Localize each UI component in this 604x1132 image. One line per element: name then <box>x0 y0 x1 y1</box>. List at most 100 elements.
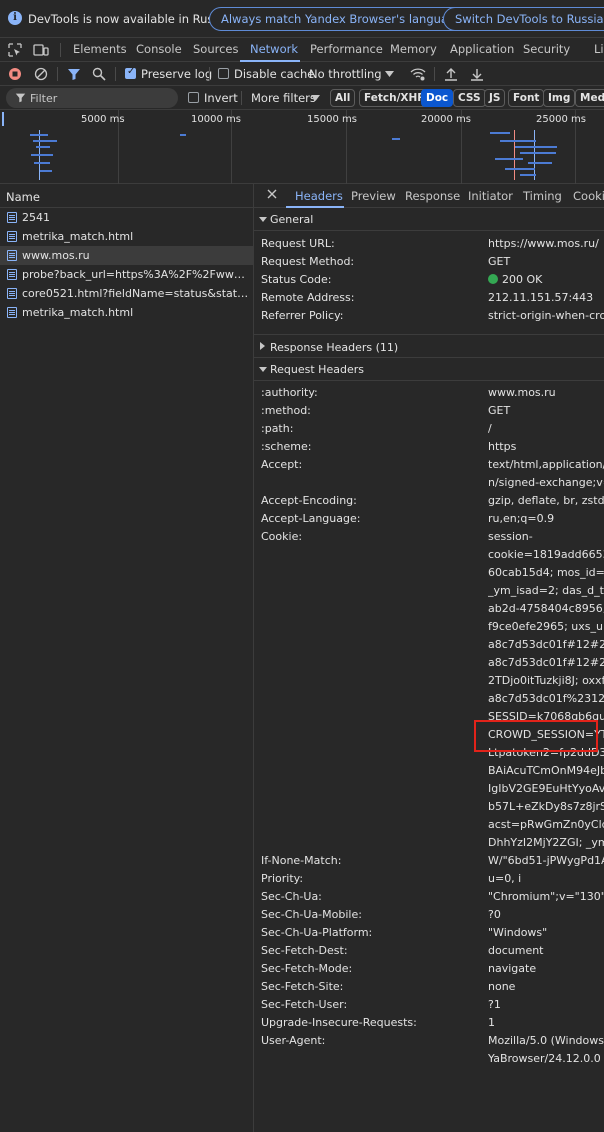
timeline-selection-start[interactable] <box>2 112 4 126</box>
tab-elements[interactable]: Elements <box>73 42 127 56</box>
preserve-log-checkbox[interactable] <box>125 66 136 79</box>
request-header-value[interactable]: W/"6bd51-jPWygPd1AES <box>488 854 604 867</box>
tab-security[interactable]: Security <box>523 42 570 56</box>
general-value[interactable]: https://www.mos.ru/ <box>488 237 604 250</box>
chip-all[interactable]: All <box>330 89 356 107</box>
chevron-down-icon[interactable] <box>385 71 394 77</box>
request-header-value[interactable]: b57L+eZkDy8s7z8jrSwof <box>488 800 604 813</box>
tab-memory[interactable]: Memory <box>390 42 437 56</box>
request-header-value[interactable]: n/signed-exchange;v=b3 <box>488 476 604 489</box>
request-header-value[interactable]: BAiAcuTCmOnM94eJbc9 <box>488 764 604 777</box>
chevron-down-icon[interactable] <box>311 95 320 101</box>
detail-tab-preview[interactable]: Preview <box>351 189 396 203</box>
request-row[interactable]: www.mos.ru <box>0 246 253 265</box>
general-value[interactable]: GET <box>488 255 604 268</box>
filter-input[interactable]: Filter <box>30 92 57 105</box>
request-row[interactable]: core0521.html?fieldName=status&status=20… <box>0 284 253 303</box>
tab-performance[interactable]: Performance <box>310 42 383 56</box>
response-headers-section-header[interactable]: Response Headers (11) <box>254 334 604 358</box>
request-header-value[interactable]: a8c7d53dc01f%2312%23 <box>488 692 604 705</box>
request-row[interactable]: metrika_match.html <box>0 303 253 322</box>
chip-doc[interactable]: Doc <box>421 89 454 107</box>
switch-devtools-russian-button[interactable]: Switch DevTools to Russian <box>443 7 604 31</box>
request-header-value[interactable]: u=0, i <box>488 872 604 885</box>
request-header-value[interactable]: document <box>488 944 604 957</box>
request-header-value[interactable]: 2TDjo0itTuzkji8J; oxxfgh= <box>488 674 604 687</box>
import-har-icon[interactable] <box>444 67 458 81</box>
request-header-value[interactable]: DhhYzI2MjY2ZGI; _ym_vi <box>488 836 604 849</box>
request-header-value[interactable]: https <box>488 440 604 453</box>
request-header-value[interactable]: ru,en;q=0.9 <box>488 512 604 525</box>
request-header-value[interactable]: a8c7d53dc01f#12#25920 <box>488 638 604 651</box>
request-header-value[interactable]: a8c7d53dc01f#12#25920 <box>488 656 604 669</box>
request-header-value[interactable]: YaBrowser/24.12.0.0 Safa <box>488 1052 604 1065</box>
name-column-header[interactable]: Name <box>6 190 40 204</box>
search-icon[interactable] <box>92 67 106 81</box>
detail-tab-timing[interactable]: Timing <box>523 189 562 203</box>
request-header-value[interactable]: navigate <box>488 962 604 975</box>
detail-tab-headers[interactable]: Headers <box>295 189 343 203</box>
chip-fetch-xhr[interactable]: Fetch/XHR <box>359 89 431 107</box>
request-header-value[interactable]: text/html,application/xht <box>488 458 604 471</box>
request-header-value[interactable]: 1 <box>488 1016 604 1029</box>
throttling-select[interactable]: No throttling <box>309 67 382 81</box>
request-header-value[interactable]: cookie=1819add6653886 <box>488 548 604 561</box>
general-section-header[interactable]: General <box>254 209 604 231</box>
request-header-value[interactable]: ab2d-4758404c8956; sbp <box>488 602 604 615</box>
always-match-language-button[interactable]: Always match Yandex Browser's language <box>209 7 475 31</box>
device-toolbar-icon[interactable] <box>33 43 49 57</box>
detail-tab-initiator[interactable]: Initiator <box>468 189 513 203</box>
request-row[interactable]: 2541 <box>0 208 253 227</box>
request-header-value[interactable]: none <box>488 980 604 993</box>
chip-font[interactable]: Font <box>508 89 545 107</box>
chip-js[interactable]: JS <box>484 89 506 107</box>
clear-icon[interactable] <box>34 67 48 81</box>
request-header-value[interactable]: gzip, deflate, br, zstd <box>488 494 604 507</box>
general-value[interactable]: strict-origin-when-cross- <box>488 309 604 322</box>
general-value[interactable]: 200 OK <box>488 273 604 286</box>
request-headers-section-header[interactable]: Request Headers <box>254 359 604 381</box>
invert-checkbox[interactable] <box>188 92 199 103</box>
request-list-header[interactable]: Name <box>0 184 253 208</box>
tab-application[interactable]: Application <box>450 42 514 56</box>
request-header-value[interactable]: "Chromium";v="130", "Ya <box>488 890 604 903</box>
tab-network[interactable]: Network <box>250 42 298 56</box>
request-header-value[interactable]: GET <box>488 404 604 417</box>
tab-sources[interactable]: Sources <box>193 42 239 56</box>
request-row[interactable]: probe?back_url=https%3A%2F%2Fwww.mos.r..… <box>0 265 253 284</box>
filter-funnel-icon[interactable] <box>67 67 81 81</box>
request-header-value[interactable]: 60cab15d4; mos_id=Cg+ <box>488 566 604 579</box>
request-header-value[interactable]: _ym_isad=2; das_d_tag2= <box>488 584 604 597</box>
inspect-element-icon[interactable] <box>8 43 22 57</box>
filter-input-box[interactable]: Filter <box>6 88 178 108</box>
request-header-value[interactable]: acst=pRwGmZn0yClqwjl <box>488 818 604 831</box>
detail-tab-response[interactable]: Response <box>405 189 460 203</box>
request-header-value[interactable]: f9ce0efe2965; uxs_uid=1 <box>488 620 604 633</box>
request-header-value[interactable]: session- <box>488 530 604 543</box>
request-header-value[interactable]: www.mos.ru <box>488 386 604 399</box>
record-stop-icon[interactable] <box>8 67 22 81</box>
request-header-value[interactable]: ?1 <box>488 998 604 1011</box>
request-row[interactable]: metrika_match.html <box>0 227 253 246</box>
request-header-value[interactable]: IgIbV2GE9EuHtYyoAv7Fa <box>488 782 604 795</box>
export-har-icon[interactable] <box>470 67 484 81</box>
chip-media[interactable]: Medi <box>575 89 604 107</box>
general-key: Referrer Policy: <box>261 309 344 322</box>
disable-cache-checkbox[interactable] <box>218 68 229 79</box>
detail-tab-cookies[interactable]: Cookie <box>573 189 604 203</box>
chip-css[interactable]: CSS <box>453 89 486 107</box>
request-header-key: :path: <box>261 422 294 435</box>
request-header-value[interactable]: "Windows" <box>488 926 604 939</box>
general-value[interactable]: 212.11.151.57:443 <box>488 291 604 304</box>
tab-lighthouse[interactable]: Lig <box>594 42 604 56</box>
network-conditions-icon[interactable] <box>410 67 426 81</box>
chip-img[interactable]: Img <box>543 89 576 107</box>
close-icon[interactable] <box>266 188 278 200</box>
request-header-value[interactable]: / <box>488 422 604 435</box>
network-overview-timeline[interactable]: 5000 ms 10000 ms 15000 ms 20000 ms 25000… <box>0 110 604 184</box>
pane-splitter[interactable] <box>253 184 254 1132</box>
request-header-value[interactable]: Mozilla/5.0 (Windows NT <box>488 1034 604 1047</box>
tab-console[interactable]: Console <box>136 42 182 56</box>
request-header-value[interactable]: ?0 <box>488 908 604 921</box>
more-filters-button[interactable]: More filters <box>251 91 316 105</box>
